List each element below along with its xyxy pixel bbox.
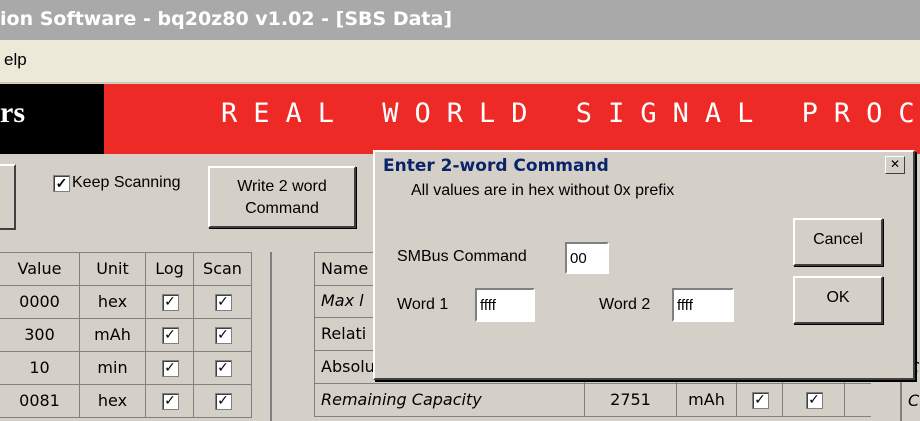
value-cell: 10 [0,352,80,384]
check-icon: ✓ [164,327,176,343]
value-cell: 0081 [0,385,80,417]
menu-item-help[interactable]: elp [4,50,27,70]
word2-input[interactable] [672,288,734,322]
name-cell: Remaining Capacity [315,384,585,416]
scan-cell: ✓ [783,384,845,416]
log-checkbox[interactable]: ✓ [161,360,179,377]
check-icon: ✓ [217,393,229,409]
dialog-info-text: All values are in hex without 0x prefix [411,182,675,199]
partial-button[interactable] [0,164,16,230]
smbus-command-input[interactable] [565,242,609,274]
log-checkbox[interactable]: ✓ [751,392,769,409]
unit-cell: mAh [677,384,737,416]
value-cell: 0000 [0,286,80,318]
cancel-button[interactable]: Cancel [793,218,883,266]
value-cell: 300 [0,319,80,351]
table-header-row: Value Unit Log Scan [0,253,252,286]
log-checkbox[interactable]: ✓ [161,327,179,344]
table-row: 10 min ✓ ✓ [0,352,252,385]
unit-cell: mAh [80,319,146,351]
scan-cell: ✓ [194,286,252,318]
log-checkbox[interactable]: ✓ [161,294,179,311]
log-cell: ✓ [146,385,194,417]
log-cell: ✓ [146,352,194,384]
ok-button[interactable]: OK [793,276,883,324]
check-icon: ✓ [217,360,229,376]
enter-2-word-command-dialog: Enter 2-word Command ✕ All values are in… [373,150,915,380]
table-row: 0000 hex ✓ ✓ [0,286,252,319]
sbs-left-table: Value Unit Log Scan 0000 hex ✓ ✓ 300 mAh… [0,252,252,418]
banner-logo: rs [0,84,104,154]
check-icon: ✓ [217,327,229,343]
right-edge-text: C [908,391,920,410]
check-icon: ✓ [164,294,176,310]
column-header-unit: Unit [80,253,146,285]
unit-cell: min [80,352,146,384]
word1-label: Word 1 [397,296,449,313]
window-title: ion Software - bq20z80 v1.02 - [SBS Data… [0,8,453,30]
check-icon: ✓ [754,392,766,408]
value-cell: 2751 [585,384,677,416]
scan-checkbox[interactable]: ✓ [214,393,232,410]
menu-bar: elp [0,40,920,83]
check-icon: ✓ [808,392,820,408]
log-cell: ✓ [146,319,194,351]
check-icon: ✓ [217,294,229,310]
unit-cell: hex [80,286,146,318]
table-row: 300 mAh ✓ ✓ [0,319,252,352]
keep-scanning-label: Keep Scanning [72,174,181,191]
panel-divider [270,252,272,421]
log-cell: ✓ [146,286,194,318]
word1-input[interactable] [475,288,535,322]
keep-scanning-checkbox[interactable]: ✓ [53,175,70,192]
word2-label: Word 2 [599,296,651,313]
dialog-title: Enter 2-word Command [383,156,609,176]
table-row: 0081 hex ✓ ✓ [0,385,252,418]
column-header-log: Log [146,253,194,285]
scan-cell: ✓ [194,385,252,417]
scan-checkbox[interactable]: ✓ [214,327,232,344]
check-icon: ✓ [55,175,68,191]
close-button[interactable]: ✕ [885,156,905,174]
check-icon: ✓ [164,393,176,409]
table-row: Remaining Capacity 2751 mAh ✓ ✓ [314,384,871,417]
log-cell: ✓ [737,384,783,416]
title-bar: ion Software - bq20z80 v1.02 - [SBS Data… [0,0,920,40]
column-header-value: Value [0,253,80,285]
scan-cell: ✓ [194,352,252,384]
log-checkbox[interactable]: ✓ [161,393,179,410]
smbus-command-label: SMBus Command [397,248,527,265]
banner: REAL WORLD SIGNAL PROCE [104,84,920,154]
check-icon: ✓ [164,360,176,376]
scan-checkbox[interactable]: ✓ [805,392,823,409]
unit-cell: hex [80,385,146,417]
write-2-word-command-button[interactable]: Write 2 word Command [208,166,356,228]
scan-checkbox[interactable]: ✓ [214,294,232,311]
scan-cell: ✓ [194,319,252,351]
close-icon: ✕ [889,157,901,171]
banner-slogan: REAL WORLD SIGNAL PROCE [221,98,920,129]
banner-logo-text: rs [0,96,25,129]
scan-checkbox[interactable]: ✓ [214,360,232,377]
column-header-scan: Scan [194,253,252,285]
dialog-title-bar: Enter 2-word Command ✕ [375,152,913,182]
